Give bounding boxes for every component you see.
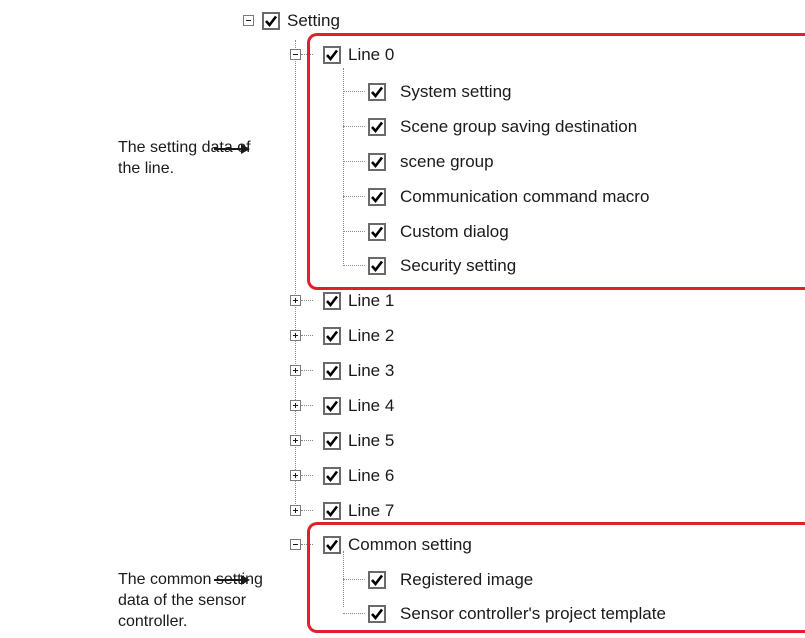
tree-node-label: Line 6: [348, 466, 395, 485]
checkbox[interactable]: [323, 467, 341, 485]
tree-node-line3[interactable]: Line 3: [285, 357, 485, 383]
tree-node-label: Line 1: [348, 291, 395, 310]
checkmark-icon: [326, 365, 339, 378]
annotation-text: data of the sensor: [118, 592, 247, 609]
checkmark-icon: [326, 435, 339, 448]
tree-node-label: Line 3: [348, 361, 395, 380]
tree-connector-branch: [301, 335, 313, 336]
collapse-icon[interactable]: [290, 539, 301, 550]
highlight-box-line0: [307, 33, 805, 290]
checkbox[interactable]: [323, 502, 341, 520]
tree-connector-branch: [301, 405, 313, 406]
arrow-right-icon: [214, 144, 250, 154]
checkmark-icon: [326, 505, 339, 518]
expand-icon[interactable]: [290, 435, 301, 446]
expand-icon[interactable]: [290, 365, 301, 376]
checkbox-setting[interactable]: [262, 12, 280, 30]
tree-node-label: Line 2: [348, 326, 395, 345]
expand-icon[interactable]: [290, 400, 301, 411]
annotation-line-data: The setting data of the line.: [118, 137, 251, 179]
tree-node-label: Line 5: [348, 431, 395, 450]
annotation-text: controller.: [118, 613, 188, 630]
tree-connector-branch: [301, 510, 313, 511]
tree-node-label: Setting: [287, 11, 340, 30]
tree-connector-branch: [301, 300, 313, 301]
checkbox[interactable]: [323, 397, 341, 415]
highlight-box-common: [307, 522, 805, 633]
expand-icon[interactable]: [290, 470, 301, 481]
expand-icon[interactable]: [290, 505, 301, 516]
expand-icon[interactable]: [290, 295, 301, 306]
tree-node-line6[interactable]: Line 6: [285, 462, 485, 488]
collapse-icon[interactable]: [243, 15, 254, 26]
tree-node-line1[interactable]: Line 1: [285, 287, 485, 313]
tree-node-line5[interactable]: Line 5: [285, 427, 485, 453]
tree-node-line7[interactable]: Line 7: [285, 497, 485, 523]
tree-connector-branch: [301, 440, 313, 441]
checkmark-icon: [326, 400, 339, 413]
checkmark-icon: [265, 15, 278, 28]
tree-connector-branch: [301, 370, 313, 371]
collapse-icon[interactable]: [290, 49, 301, 60]
arrow-right-icon: [214, 575, 250, 585]
annotation-text: the line.: [118, 160, 175, 177]
tree-node-line2[interactable]: Line 2: [285, 322, 485, 348]
checkmark-icon: [326, 470, 339, 483]
checkbox[interactable]: [323, 327, 341, 345]
tree-node-label: Line 7: [348, 501, 395, 520]
tree-node-line4[interactable]: Line 4: [285, 392, 485, 418]
tree-connector-branch: [301, 475, 313, 476]
checkbox[interactable]: [323, 292, 341, 310]
tree-node-label: Line 4: [348, 396, 395, 415]
checkbox[interactable]: [323, 362, 341, 380]
expand-icon[interactable]: [290, 330, 301, 341]
checkmark-icon: [326, 330, 339, 343]
checkbox[interactable]: [323, 432, 341, 450]
checkmark-icon: [326, 295, 339, 308]
tree-node-setting[interactable]: Setting: [240, 8, 440, 34]
